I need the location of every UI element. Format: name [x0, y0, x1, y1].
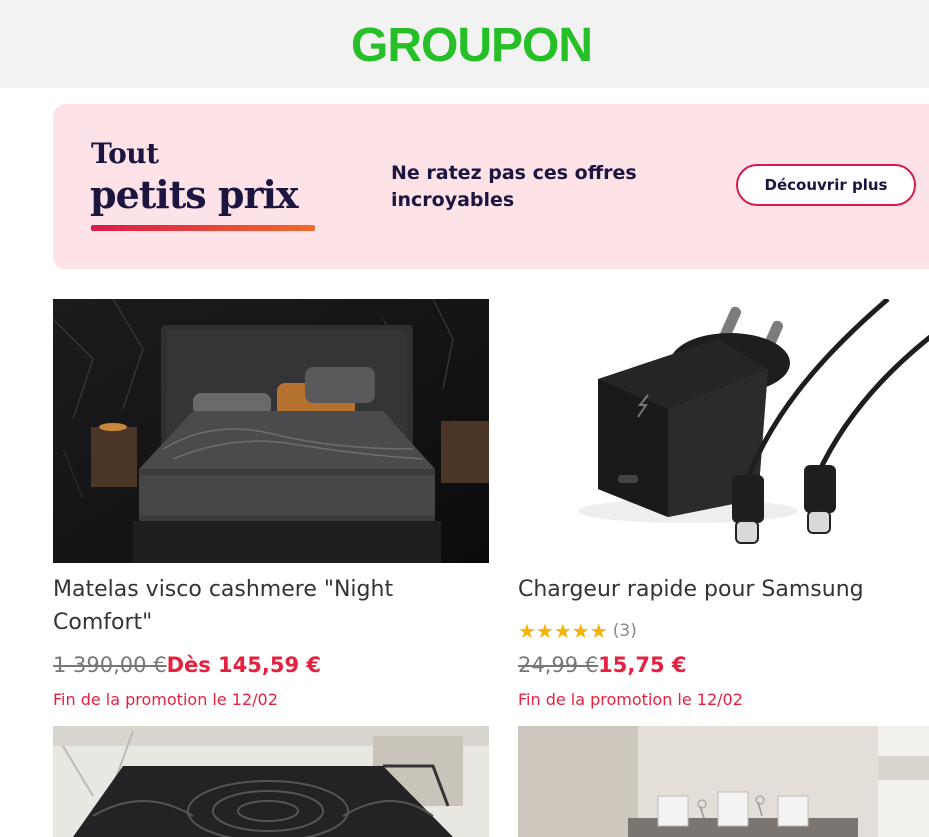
mattress-photo[interactable] — [53, 726, 489, 837]
banner-title-line1: Tout — [91, 137, 159, 170]
promo-end-date: Fin de la promotion le 12/02 — [518, 690, 743, 709]
deal-card[interactable] — [518, 726, 929, 837]
rating: ★★★★★ (3) — [518, 619, 637, 643]
promo-banner[interactable]: Tout petits prix Ne ratez pas ces offres… — [53, 104, 929, 269]
new-price: Dès 145,59 € — [166, 653, 322, 677]
discover-more-button[interactable]: Découvrir plus — [736, 164, 916, 206]
star-rating-icon: ★★★★★ — [518, 619, 608, 643]
banner-underline — [91, 225, 315, 231]
deal-card[interactable]: Chargeur rapide pour Samsung ★★★★★ (3) 2… — [518, 299, 929, 719]
old-price: 1 390,00 € — [53, 653, 167, 677]
deal-card[interactable] — [53, 726, 489, 837]
deal-card[interactable]: Matelas visco cashmere "Night Comfort" 1… — [53, 299, 489, 719]
banner-message: Ne ratez pas ces offres incroyables — [391, 162, 637, 211]
deal-title[interactable]: Matelas visco cashmere "Night Comfort" — [53, 573, 473, 639]
groupon-logo[interactable]: GROUPON — [351, 22, 593, 70]
mattress-photo[interactable] — [53, 299, 489, 563]
deal-title[interactable]: Chargeur rapide pour Samsung — [518, 573, 929, 606]
dining-room-photo[interactable] — [518, 726, 929, 837]
charger-photo[interactable] — [518, 299, 929, 563]
promo-end-date: Fin de la promotion le 12/02 — [53, 690, 278, 709]
banner-title-line2: petits prix — [90, 172, 299, 217]
rating-count: (3) — [612, 621, 637, 641]
price-row: 24,99 €15,75 € — [518, 650, 687, 680]
price-row: 1 390,00 €Dès 145,59 € — [53, 650, 321, 680]
new-price: 15,75 € — [598, 653, 687, 677]
header: GROUPON — [0, 0, 929, 88]
old-price: 24,99 € — [518, 653, 599, 677]
